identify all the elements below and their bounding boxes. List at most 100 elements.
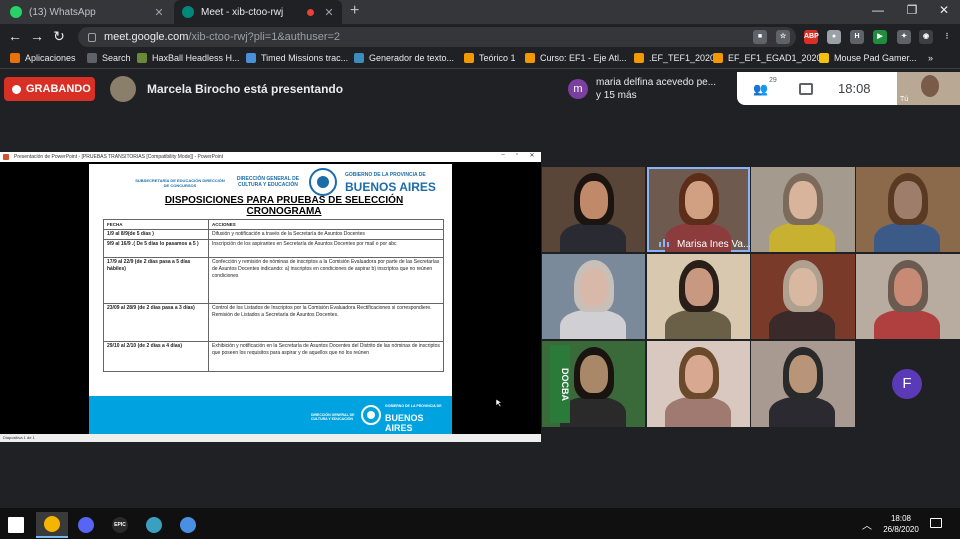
bookmark-icon [713,53,723,63]
table-row: 23/09 al 28/9 (de 2 días pasa a 3 días) C… [103,303,444,342]
bookmark-item[interactable]: Timed Missions trac... [246,53,348,63]
taskbar-glyph [78,517,94,533]
participant-tile[interactable] [647,341,750,427]
participant-tile[interactable] [542,167,645,252]
participants-count: 29 [769,76,777,84]
participant-tile[interactable] [647,254,750,339]
reload-button[interactable]: ↻ [50,28,68,45]
menu-icon[interactable]: ⋮ [940,30,954,44]
new-tab-button[interactable]: + [350,2,359,20]
chat-icon[interactable] [799,82,813,95]
browser-toolbar: ← → ↻ meet.google.com /xib-ctoo-rwj?pli=… [0,24,960,50]
participant-tile[interactable]: DOCBA [542,341,645,427]
participant-tile[interactable] [751,254,855,339]
bookmark-item[interactable]: .EF_TEF1_2020 [634,53,715,63]
ppt-close-button[interactable]: ✕ [526,152,538,159]
record-dot-icon [12,84,21,94]
ppt-minimize-button[interactable]: – [497,152,509,158]
participant-tile[interactable] [751,167,855,252]
forward-button[interactable]: → [28,28,46,44]
tab-meet[interactable]: Meet - xib-ctoo-rwj ✕ [174,0,342,24]
participant-face [580,268,608,306]
footer-gobierno: GOBIERNO DE LA PROVINCIA DE [385,404,442,408]
bookmark-item[interactable]: Curso: EF1 - Eje Atl... [525,53,627,63]
video-icon[interactable]: ■ [753,30,767,44]
table-row: 9/9 al 16/9 .( De 5 días lo pasamos a 5 … [103,239,444,258]
people-icon: 👥 [753,81,768,96]
search-app-icon[interactable] [172,512,204,538]
table-row: 1/9 al 8/9(de 5 días ) Difusión y notific… [103,229,444,240]
bookmark-icon [137,53,147,63]
browser-tabstrip: (13) WhatsApp ✕ Meet - xib-ctoo-rwj ✕ + … [0,0,960,24]
participant-tile[interactable]: Marisa Ines Va... [647,167,750,252]
bookmark-item[interactable]: Search [87,53,131,63]
action-center-icon[interactable] [930,518,942,528]
bookmark-item[interactable]: Aplicaciones [10,53,76,63]
close-icon[interactable]: ✕ [322,6,336,19]
bookmark-label: .EF_TEF1_2020 [649,53,716,63]
bookmark-icon [10,53,20,63]
back-button[interactable]: ← [6,28,24,44]
bookmark-item[interactable]: HaxBall Headless H... [137,53,240,63]
bookmarks-overflow-button[interactable]: » [928,53,933,63]
recording-badge[interactable]: GRABANDO [4,77,95,101]
globe-app-icon[interactable] [138,512,170,538]
participant-face [580,181,608,219]
bookmark-item[interactable]: Mouse Pad Gamer... [819,53,917,63]
table-cell-actions: Inscripción de los aspirantes en Secreta… [208,239,444,258]
self-view-tile[interactable]: Tú [897,72,960,105]
tab-whatsapp[interactable]: (13) WhatsApp ✕ [2,0,172,24]
star-icon[interactable]: ☆ [776,30,790,44]
participant-tile[interactable] [751,341,855,427]
slide-direccion: DIRECCIÓN GENERAL DE CULTURA Y EDUCACIÓN [236,176,300,188]
participant-tile[interactable] [856,254,960,339]
meet-info-bar: 👥 29 18:08 [737,72,897,105]
table-cell-actions: Confección y remisión de nóminas de insc… [208,257,444,304]
participant-body [874,310,940,339]
bookmark-icon [354,53,364,63]
discord-icon[interactable] [70,512,102,538]
tray-expand-icon[interactable]: ︿ [862,517,872,532]
participant-body [769,223,835,252]
windows-start-icon[interactable] [0,512,32,538]
h-ext-icon[interactable]: H [850,30,864,44]
bookmark-item[interactable]: Generador de texto... [354,53,454,63]
presenting-text: Marcela Birocho está presentando [147,82,344,96]
abp-icon[interactable]: ABP [804,30,819,44]
restore-button[interactable]: ❐ [902,3,922,17]
bookmark-item[interactable]: Teórico 1 [464,53,516,63]
presenter-avatar [110,76,136,102]
puzzle-icon[interactable]: ✦ [897,30,911,44]
participants-button[interactable]: 👥 29 [753,77,781,96]
circle-ext-icon[interactable]: ● [827,30,841,44]
play-ext-icon[interactable]: ▶ [873,30,887,44]
taskbar-clock[interactable]: 18:08 26/8/2020 [880,513,922,535]
address-bar[interactable]: meet.google.com /xib-ctoo-rwj?pli=1&auth… [78,27,796,47]
footer-buenos-aires: BUENOS AIRES [385,413,424,433]
participant-body [560,223,626,252]
participant-face [685,355,713,393]
table-cell-actions: Control de los Listados de Inscriptos po… [208,303,444,342]
ppt-restore-button[interactable]: ▫ [511,152,523,158]
schedule-table: FECHA ACCIONES 1/9 al 8/9(de 5 días ) Dif… [103,219,444,372]
table-cell-date: 9/9 al 16/9 .( De 5 días lo pasamos a 5 … [103,239,209,258]
participant-tile[interactable] [856,167,960,252]
profile-icon[interactable]: ◉ [919,30,933,44]
mouse-cursor-icon [495,398,503,408]
epic-games-icon[interactable]: EPIC [104,512,136,538]
minimize-button[interactable]: — [868,3,888,17]
join-notification[interactable]: m maria delfina acevedo pe... y 15 más [563,72,738,106]
close-icon[interactable]: ✕ [152,6,166,19]
close-window-button[interactable]: ✕ [934,3,954,17]
bookmark-icon [464,53,474,63]
chrome-icon[interactable] [36,512,68,538]
table-cell-date: 23/09 al 28/9 (de 2 días pasa a 3 días) [103,303,209,342]
powerpoint-statusbar: Diapositiva 1 de 1 [0,434,541,442]
participant-tile[interactable] [542,254,645,339]
participant-face [789,268,817,306]
slide-subsecretaria: SUBSECRETARÍA DE EDUCACIÓN DIRECCIÓN DE … [135,178,225,188]
bookmark-item[interactable]: EF_EF1_EGAD1_2020 [713,53,822,63]
participant-name: Marisa Ines Va... [677,239,750,250]
lock-icon [88,32,96,42]
presentation-window: Presentación de PowerPoint - [PRUEBAS TR… [0,152,541,442]
